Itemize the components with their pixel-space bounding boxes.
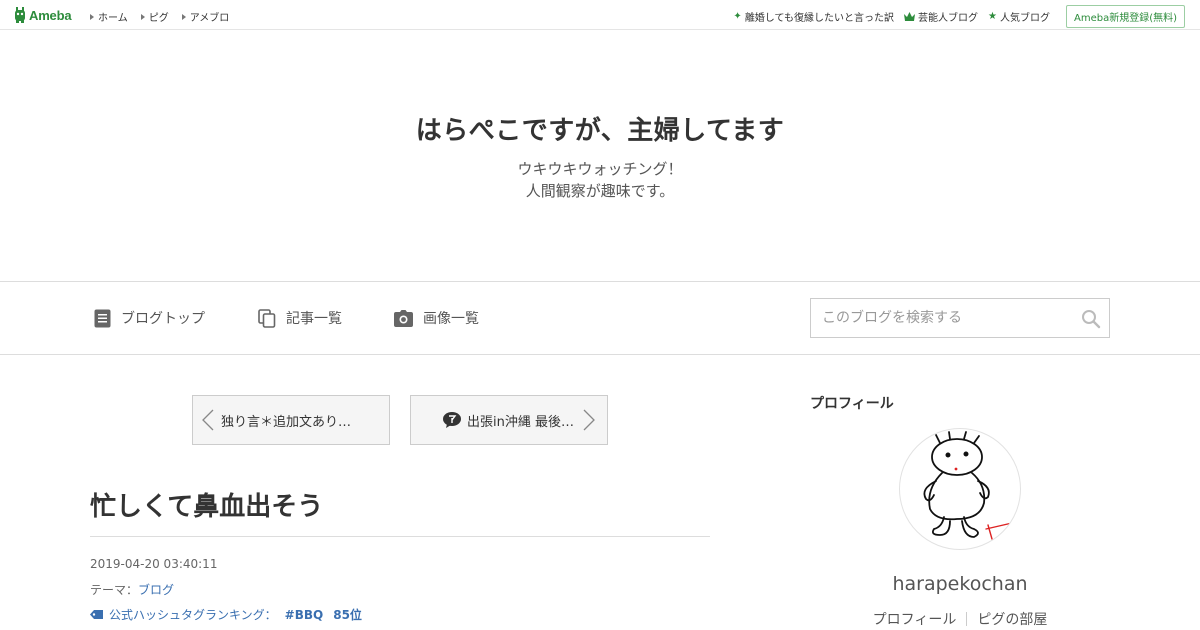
- article-title[interactable]: 忙しくて鼻血出そう: [90, 486, 323, 523]
- ameba-logo-text: Ameba: [29, 7, 72, 23]
- nav-article-list[interactable]: 記事一覧: [258, 308, 342, 328]
- top-nav-home-label: ホーム: [98, 13, 128, 24]
- nav-image-list[interactable]: 画像一覧: [394, 308, 479, 328]
- chevron-left-icon: [202, 409, 214, 431]
- celebrity-blog-link[interactable]: 芸能人ブログ: [904, 9, 978, 24]
- popular-blog-label: 人気ブログ: [999, 13, 1050, 24]
- blog-description: ウキウキウォッチング！ 人間観察が趣味です。: [0, 158, 1200, 202]
- top-nav-pigg[interactable]: ピグ: [140, 9, 169, 24]
- ameba-logo[interactable]: Ameba: [13, 7, 72, 23]
- article-theme: テーマ：ブログ: [90, 581, 174, 598]
- register-button[interactable]: Ameba新規登録(無料): [1065, 5, 1185, 28]
- triangle-right-icon: [90, 13, 94, 20]
- blog-nav-bar: ブログトップ 記事一覧 画像一覧: [0, 281, 1200, 355]
- featured-article-link[interactable]: ✦ 離婚しても復縁したいと言った訳: [733, 9, 894, 24]
- ameba-mascot-icon: [15, 7, 25, 23]
- article-theme-prefix: テーマ：: [90, 583, 139, 597]
- ameblo-theme-icon: [443, 412, 461, 428]
- article-date: 2019-04-20 03:40:11: [90, 557, 218, 571]
- star-icon: ★: [988, 11, 997, 22]
- blog-description-line1: ウキウキウォッチング！: [517, 160, 683, 178]
- profile-heading: プロフィール: [810, 396, 894, 412]
- triangle-right-icon: [181, 13, 186, 20]
- profile-username[interactable]: harapekochan: [810, 573, 1110, 595]
- copy-icon: [258, 308, 276, 328]
- next-article-label: 出張in沖縄 最後…: [467, 414, 574, 430]
- avatar[interactable]: [899, 428, 1021, 550]
- top-bar: Ameba ホーム ピグ アメブロ ✦ 離婚しても復縁したいと言った訳 芸能人ブ…: [0, 0, 1200, 30]
- nav-image-list-label: 画像一覧: [423, 311, 479, 327]
- blog-search-input[interactable]: [811, 299, 1071, 337]
- hashtag-text: #BBQ: [284, 607, 324, 622]
- top-nav-home[interactable]: ホーム: [90, 9, 128, 24]
- top-nav-ameblo[interactable]: アメブロ: [181, 9, 230, 24]
- pigg-room-link[interactable]: ピグの部屋: [967, 609, 1057, 629]
- article-theme-link[interactable]: ブログ: [138, 583, 174, 597]
- triangle-right-icon: [140, 13, 145, 20]
- search-icon[interactable]: [1081, 309, 1101, 329]
- top-nav-pigg-label: ピグ: [148, 13, 169, 24]
- document-icon: [94, 309, 111, 327]
- hashtag-ranking[interactable]: 公式ハッシュタグランキング： #BBQ 85位: [90, 606, 362, 623]
- chevron-right-icon: [583, 409, 595, 431]
- popular-blog-link[interactable]: ★ 人気ブログ: [988, 9, 1050, 24]
- top-nav-ameblo-label: アメブロ: [189, 13, 230, 24]
- tag-icon: [90, 610, 103, 619]
- top-right-links: ✦ 離婚しても復縁したいと言った訳 芸能人ブログ ★ 人気ブログ Ameba新規…: [723, 5, 1185, 28]
- stick-figure-drawing: [923, 431, 1013, 540]
- top-nav: ホーム ピグ アメブロ: [90, 9, 229, 24]
- nav-blog-top[interactable]: ブログトップ: [94, 308, 205, 328]
- profile-links: プロフィール ピグの部屋: [810, 609, 1110, 629]
- blog-title[interactable]: はらぺこですが、主婦してます: [0, 110, 1200, 147]
- next-article-button[interactable]: 出張in沖縄 最後…: [410, 395, 608, 445]
- hashtag-rank: 85位: [333, 608, 362, 622]
- profile-link[interactable]: プロフィール: [863, 609, 967, 629]
- featured-article-label: 離婚しても復縁したいと言った訳: [744, 13, 895, 24]
- hashtag-ranking-label: 公式ハッシュタグランキング：: [109, 608, 277, 622]
- nav-article-list-label: 記事一覧: [286, 311, 342, 327]
- previous-article-button[interactable]: 独り言＊追加文あり…: [192, 395, 390, 445]
- title-divider: [90, 536, 710, 537]
- blog-description-line2: 人間観察が趣味です。: [525, 182, 675, 200]
- previous-article-label: 独り言＊追加文あり…: [221, 414, 352, 430]
- sparkle-icon: ✦: [733, 11, 742, 22]
- camera-icon: [394, 309, 413, 327]
- crown-icon: [904, 12, 916, 21]
- blog-search-box: [810, 298, 1110, 338]
- nav-blog-top-label: ブログトップ: [121, 311, 205, 327]
- celebrity-blog-label: 芸能人ブログ: [918, 13, 979, 24]
- blog-header: はらぺこですが、主婦してます ウキウキウォッチング！ 人間観察が趣味です。: [0, 30, 1200, 281]
